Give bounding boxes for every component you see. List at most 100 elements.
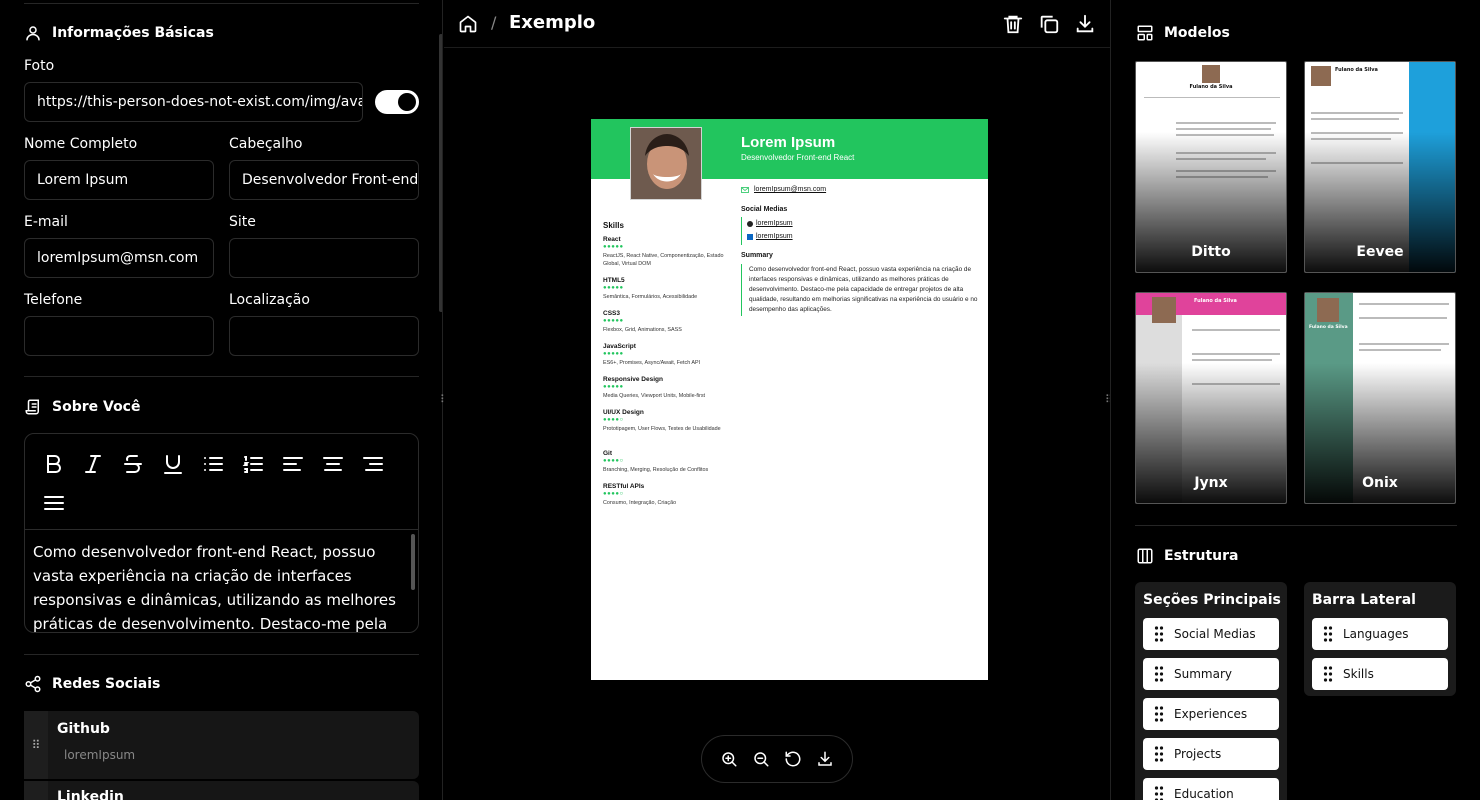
email-label: E-mail — [24, 214, 68, 230]
reset-zoom-icon[interactable] — [784, 750, 802, 768]
thumb-line — [1144, 97, 1280, 98]
skill-desc: ES6+, Promises, Async/Await, Fetch API — [603, 360, 701, 366]
sidebar-sections-column: Barra Lateral Languages Skills — [1304, 582, 1456, 696]
skill-desc: Flexbox, Grid, Animations, SASS — [603, 327, 682, 333]
editor-panel: Informações Básicas Foto https://this-pe… — [0, 0, 443, 800]
align-left-icon[interactable] — [281, 452, 305, 476]
skill-name: RESTful APIs — [603, 483, 645, 490]
thumb-line — [1359, 317, 1447, 319]
drag-handle-icon[interactable] — [1323, 666, 1333, 682]
structure-item-label: Languages — [1343, 627, 1409, 641]
template-jynx[interactable]: Fulano da Silva Jynx — [1135, 292, 1287, 504]
drag-handle-icon[interactable] — [1154, 706, 1164, 722]
ordered-list-icon[interactable] — [241, 452, 265, 476]
phone-input[interactable] — [24, 316, 214, 356]
basic-info-header: Informações Básicas — [24, 24, 214, 42]
editor-scrollbar[interactable] — [411, 534, 415, 590]
trash-icon[interactable] — [1002, 12, 1024, 36]
home-icon[interactable] — [458, 14, 478, 34]
drag-handle-icon[interactable] — [1154, 626, 1164, 642]
thumb-name: Fulano da Silva — [1335, 67, 1378, 73]
skill-desc: Branching, Merging, Resolução de Conflit… — [603, 467, 709, 473]
panel-scrollbar[interactable] — [439, 34, 442, 312]
rich-text-editor[interactable]: Como desenvolvedor front-end React, poss… — [24, 433, 419, 633]
thumb-line — [1311, 112, 1403, 114]
skill-rating: ●●●●○ — [603, 417, 624, 423]
structure-item[interactable]: Education — [1143, 778, 1279, 800]
align-center-icon[interactable] — [321, 452, 345, 476]
thumb-line — [1359, 343, 1449, 345]
site-input[interactable] — [229, 238, 419, 278]
header-input[interactable]: Desenvolvedor Front-end — [229, 160, 419, 200]
social-header: Redes Sociais — [24, 675, 160, 693]
resume-link-text: loremIpsum — [756, 233, 793, 240]
social-username: loremIpsum — [64, 748, 136, 762]
align-right-icon[interactable] — [361, 452, 385, 476]
skill-rating: ●●●●○ — [603, 491, 624, 497]
resume-accent-line — [741, 217, 742, 245]
about-text[interactable]: Como desenvolvedor front-end React, poss… — [33, 540, 408, 632]
template-name: Eevee — [1356, 244, 1404, 260]
preview-panel: / Exemplo Lorem Ipsum Desenvolvedor Fron… — [444, 0, 1110, 800]
resume-linkedin-link: loremIpsum — [747, 233, 793, 240]
resume-summary: Como desenvolvedor front-end React, poss… — [749, 266, 978, 313]
template-name: Ditto — [1191, 244, 1231, 260]
structure-item-label: Social Medias — [1174, 627, 1256, 641]
location-input[interactable] — [229, 316, 419, 356]
structure-item[interactable]: Experiences — [1143, 698, 1279, 730]
zoom-out-icon[interactable] — [752, 750, 770, 768]
structure-item-label: Skills — [1343, 667, 1374, 681]
skill-desc: Media Queries, Viewport Units, Mobile-fi… — [603, 393, 706, 399]
drag-handle-icon[interactable] — [24, 781, 48, 800]
skill-rating: ●●●●● — [603, 285, 624, 291]
copy-icon[interactable] — [1038, 12, 1060, 36]
template-ditto[interactable]: Fulano da Silva Ditto — [1135, 61, 1287, 273]
zoom-in-icon[interactable] — [720, 750, 738, 768]
drag-handle-icon[interactable] — [1154, 786, 1164, 800]
drag-handle-icon[interactable]: ⠿ — [24, 711, 48, 779]
drag-handle-icon[interactable] — [1154, 746, 1164, 762]
resume-preview[interactable]: Lorem Ipsum Desenvolvedor Front-end Reac… — [591, 119, 988, 680]
template-eevee[interactable]: Fulano da Silva Eevee — [1304, 61, 1456, 273]
section-title: Redes Sociais — [52, 676, 161, 692]
resume-link-text: loremIpsum — [756, 220, 793, 227]
phone-label: Telefone — [24, 292, 83, 308]
zoom-controls — [701, 735, 853, 783]
thumb-line — [1359, 303, 1449, 305]
skill-desc: Semântica, Formulários, Acessibilidade — [603, 294, 698, 300]
structure-item[interactable]: Projects — [1143, 738, 1279, 770]
structure-item-label: Experiences — [1174, 707, 1248, 721]
template-onix[interactable]: Fulano da Silva Onix — [1304, 292, 1456, 504]
italic-icon[interactable] — [81, 452, 105, 476]
mail-icon — [741, 186, 749, 193]
bullet-list-icon[interactable] — [201, 452, 225, 476]
photo-url-input[interactable]: https://this-person-does-not-exist.com/i… — [24, 82, 363, 122]
drag-handle-icon[interactable] — [1154, 666, 1164, 682]
thumb-photo — [1152, 297, 1176, 323]
social-name: Linkedin — [57, 789, 124, 800]
bold-icon[interactable] — [42, 452, 66, 476]
social-card-github[interactable]: ⠿ Github loremIpsum — [24, 711, 419, 779]
thumb-name: Fulano da Silva — [1309, 325, 1348, 330]
structure-item[interactable]: Skills — [1312, 658, 1448, 690]
thumb-line — [1192, 359, 1272, 361]
thumb-name: Fulano da Silva — [1189, 84, 1233, 90]
underline-icon[interactable] — [161, 452, 185, 476]
download-icon[interactable] — [816, 750, 834, 768]
drag-handle-icon[interactable] — [1323, 626, 1333, 642]
structure-item[interactable]: Languages — [1312, 618, 1448, 650]
resume-skill: JavaScript ●●●●● ES6+, Promises, Async/Awa… — [603, 343, 728, 367]
download-icon[interactable] — [1074, 12, 1096, 36]
fullname-label: Nome Completo — [24, 136, 138, 152]
social-name: Github — [57, 721, 110, 737]
skill-rating: ●●●●● — [603, 244, 624, 250]
structure-item[interactable]: Social Medias — [1143, 618, 1279, 650]
strikethrough-icon[interactable] — [121, 452, 145, 476]
skill-desc: Consumo, Integração, Criação — [603, 500, 677, 506]
structure-item[interactable]: Summary — [1143, 658, 1279, 690]
social-card-linkedin[interactable]: Linkedin — [24, 781, 419, 800]
email-input[interactable]: loremIpsum@msn.com — [24, 238, 214, 278]
photo-toggle[interactable] — [375, 90, 419, 114]
fullname-input[interactable]: Lorem Ipsum — [24, 160, 214, 200]
align-justify-icon[interactable] — [42, 491, 66, 515]
